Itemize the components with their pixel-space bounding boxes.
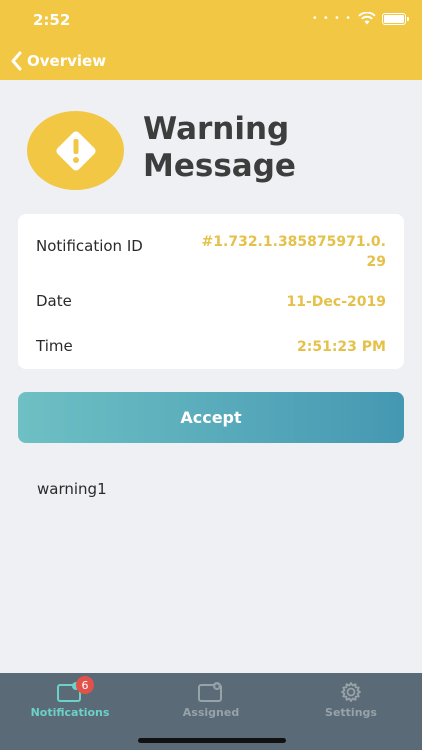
detail-row-notification-id: Notification ID #1.732.1.385875971.0. 29 — [36, 232, 386, 272]
home-indicator — [138, 738, 286, 743]
tab-label: Notifications — [30, 706, 110, 719]
notification-count-badge: 6 — [76, 676, 94, 694]
tab-settings[interactable]: Settings — [281, 673, 421, 733]
back-button[interactable]: Overview — [10, 49, 106, 73]
details-card: Notification ID #1.732.1.385875971.0. 29… — [18, 214, 404, 369]
status-bar: 2:52 • • • • — [0, 0, 422, 40]
wifi-icon — [358, 12, 376, 25]
tab-assigned[interactable]: Assigned — [141, 673, 281, 733]
chevron-left-icon — [11, 51, 22, 71]
detail-row-date: Date 11-Dec-2019 — [36, 292, 386, 312]
tab-notifications[interactable]: 6 Notifications — [0, 673, 140, 733]
message-body: warning1 — [37, 480, 107, 498]
page-title: Warning Message — [143, 111, 296, 184]
detail-value: 2:51:23 PM — [297, 339, 386, 355]
message-hero: Warning Message — [27, 111, 407, 191]
detail-label: Date — [36, 292, 72, 310]
warning-badge — [27, 111, 124, 190]
detail-label: Time — [36, 337, 73, 355]
accept-button[interactable]: Accept — [18, 392, 404, 443]
tab-label: Settings — [325, 706, 377, 719]
app-header: 2:52 • • • • Overview — [0, 0, 422, 80]
status-icons: • • • • — [311, 12, 409, 25]
detail-row-time: Time 2:51:23 PM — [36, 337, 386, 357]
back-button-label: Overview — [27, 52, 107, 70]
warning-diamond-icon — [55, 130, 96, 171]
detail-value: #1.732.1.385875971.0. 29 — [201, 234, 386, 270]
detail-label: Notification ID — [36, 237, 143, 255]
signal-icon: • • • • — [311, 13, 352, 24]
gear-icon — [341, 682, 361, 702]
tab-label: Assigned — [182, 706, 240, 719]
assigned-icon — [198, 682, 222, 702]
detail-value: 11-Dec-2019 — [286, 294, 386, 310]
status-time: 2:52 — [33, 11, 71, 29]
battery-icon — [382, 12, 409, 25]
